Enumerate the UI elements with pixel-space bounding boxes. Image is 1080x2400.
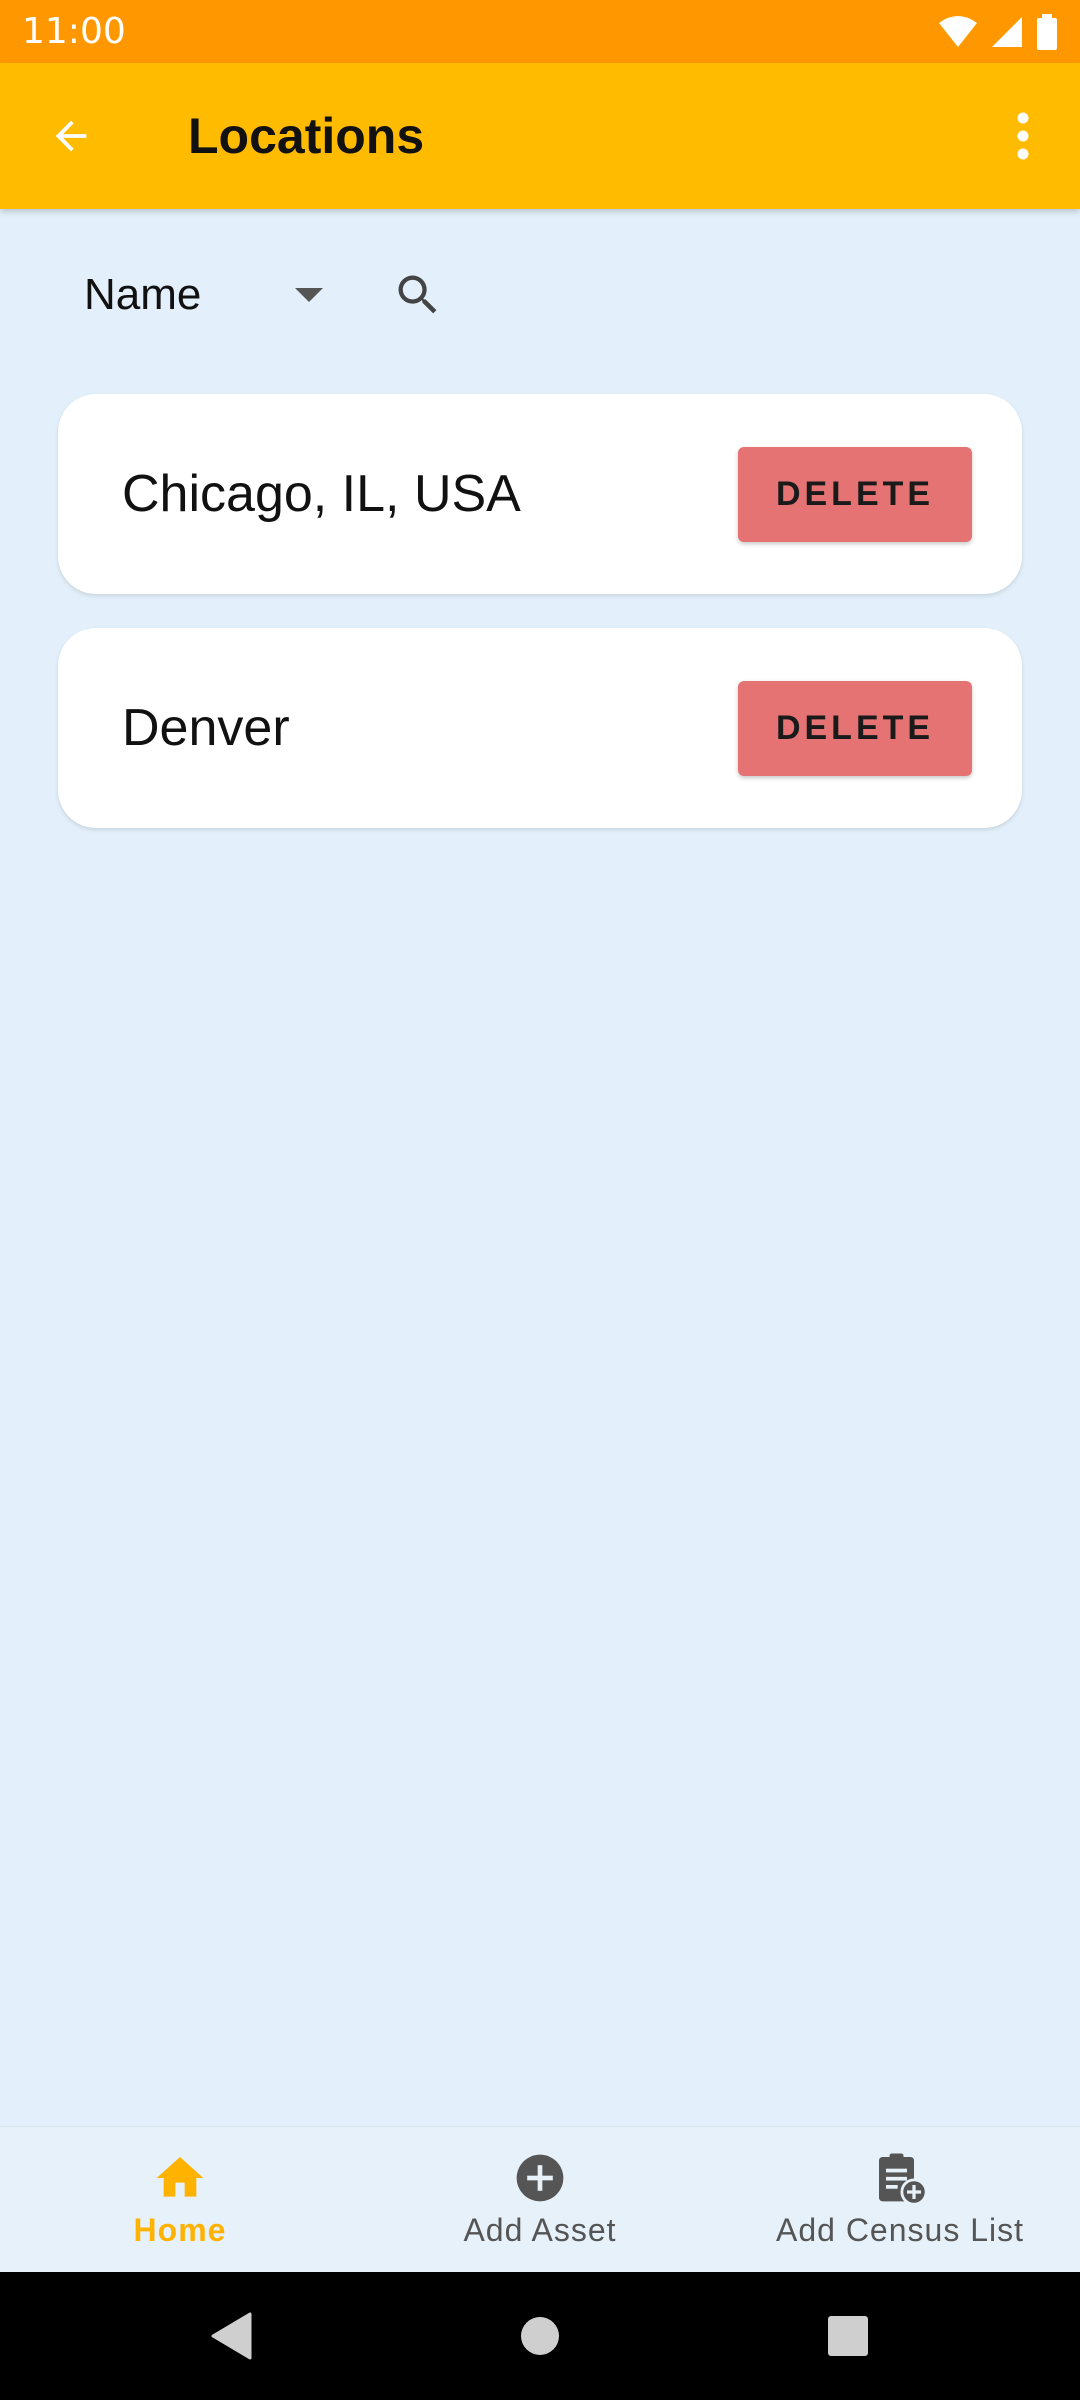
home-icon xyxy=(156,2157,204,2197)
search-button[interactable] xyxy=(378,245,458,345)
dropdown-arrow-icon xyxy=(295,288,323,302)
delete-button[interactable]: DELETE xyxy=(738,680,972,776)
search-icon xyxy=(398,275,437,314)
system-recents-button[interactable] xyxy=(694,2272,1002,2400)
page-title: Locations xyxy=(188,108,425,164)
location-name: Chicago, IL, USA xyxy=(122,465,521,523)
nav-item-add-census-list[interactable]: Add Census List xyxy=(720,2127,1080,2272)
delete-button[interactable]: DELETE xyxy=(738,446,972,542)
location-card[interactable]: Denver DELETE xyxy=(58,628,1022,828)
wifi-icon xyxy=(939,15,977,47)
triangle-back-icon xyxy=(211,2312,252,2360)
system-navigation-bar xyxy=(0,2272,1080,2400)
square-recents-icon xyxy=(828,2316,868,2356)
add-circle-icon xyxy=(516,2154,564,2202)
more-options-button[interactable] xyxy=(978,63,1068,209)
nav-label-add-census-list: Add Census List xyxy=(775,2212,1024,2248)
nav-item-home[interactable]: Home xyxy=(0,2127,360,2272)
clipboard-add-icon xyxy=(879,2153,928,2206)
nav-item-add-asset[interactable]: Add Asset xyxy=(360,2127,720,2272)
status-bar: 11:00 xyxy=(0,0,1080,63)
back-button[interactable] xyxy=(0,63,142,209)
location-card[interactable]: Chicago, IL, USA DELETE xyxy=(58,394,1022,594)
sort-dropdown[interactable]: Name xyxy=(84,245,324,345)
status-time: 11:00 xyxy=(22,11,126,52)
sort-selected-value: Name xyxy=(84,270,202,319)
location-name: Denver xyxy=(122,699,290,757)
circle-home-icon xyxy=(521,2317,559,2355)
more-vert-icon xyxy=(1017,112,1029,160)
nav-label-home: Home xyxy=(133,2212,227,2248)
nav-label-add-asset: Add Asset xyxy=(463,2212,617,2248)
arrow-back-icon xyxy=(55,120,87,152)
status-icons xyxy=(938,13,1058,50)
system-back-button[interactable] xyxy=(78,2272,386,2400)
bottom-navigation: Home Add Asset Add Census List xyxy=(0,2126,1080,2272)
app-bar: Locations xyxy=(0,63,1080,209)
filter-row: Name xyxy=(0,230,1080,360)
system-home-button[interactable] xyxy=(386,2272,694,2400)
battery-icon xyxy=(1037,13,1057,50)
cellular-signal-icon xyxy=(992,16,1022,47)
